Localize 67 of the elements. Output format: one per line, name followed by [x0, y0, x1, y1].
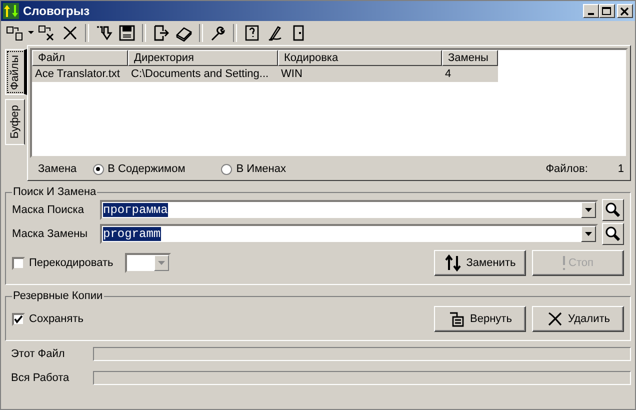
exclamation-icon	[562, 256, 565, 270]
mask-combo-field[interactable]: программа	[100, 200, 598, 220]
cross-icon	[61, 24, 79, 42]
minimize-icon	[588, 12, 594, 14]
column-header[interactable]: Замены	[442, 50, 498, 66]
encoding-dropdown[interactable]	[125, 253, 172, 273]
radio-button[interactable]	[221, 164, 232, 174]
mask-combo-field[interactable]: programm	[100, 224, 598, 244]
swap-cross-icon	[38, 24, 56, 42]
files-count-label: Файлов:	[546, 163, 588, 175]
help-document-icon	[243, 24, 261, 42]
field-label: Маска Замены	[12, 228, 89, 240]
save-backups-option[interactable]: Сохранять	[12, 312, 84, 326]
caret-icon	[585, 232, 592, 236]
arrows-icon	[3, 3, 19, 19]
progress-label: Этот Файл	[11, 348, 66, 360]
caret-icon	[158, 261, 166, 265]
progress-label: Вся Работа	[11, 372, 70, 384]
window-title: Словогрыз	[23, 4, 90, 18]
caret-icon	[585, 208, 592, 212]
side-tab[interactable]: Буфер	[5, 99, 25, 145]
export-icon	[152, 24, 170, 42]
pen-icon	[266, 24, 284, 42]
field-label: Маска Поиска	[12, 204, 85, 216]
restore-button[interactable]: Вернуть	[434, 306, 526, 332]
close-button[interactable]	[617, 4, 633, 18]
arrow-down-icon	[95, 24, 113, 42]
checkbox-label: Перекодировать	[29, 257, 114, 269]
maximize-button[interactable]	[599, 4, 615, 18]
swap-icon	[6, 24, 24, 42]
recode-option[interactable]: Перекодировать	[12, 256, 114, 270]
table-cell-text: C:\Documents and Setting...	[130, 68, 270, 80]
checkbox[interactable]	[12, 256, 25, 270]
radio-label: В Содержимом	[108, 163, 186, 175]
search-icon	[605, 202, 621, 218]
radio-option[interactable]: В Именах	[221, 163, 286, 175]
save-icon	[118, 24, 136, 42]
group-title: Резервные Копии	[12, 290, 104, 302]
column-header[interactable]: Файл	[32, 50, 128, 66]
up-down-arrows-icon	[444, 254, 462, 272]
checkbox-label: Сохранять	[29, 313, 84, 325]
radio-option[interactable]: В Содержимом	[92, 163, 186, 175]
column-header[interactable]: Директория	[128, 50, 278, 66]
cross-icon	[546, 310, 564, 328]
group-title: Поиск И Замена	[12, 186, 98, 198]
table-cell-text: 4	[444, 68, 452, 80]
search-button[interactable]	[602, 199, 624, 221]
search-button[interactable]	[602, 223, 624, 245]
files-count: 1	[618, 163, 624, 175]
search-icon	[605, 226, 621, 242]
column-header[interactable]: Кодировка	[278, 50, 442, 66]
replace-label: Замена	[38, 163, 77, 175]
minimize-button[interactable]	[583, 4, 599, 18]
checkbox[interactable]	[12, 312, 25, 326]
caret-icon	[28, 31, 34, 35]
close-icon	[620, 6, 630, 16]
document-arrow-icon	[448, 310, 466, 328]
table-cell-text: WIN	[280, 68, 304, 80]
table-cell-text: Ace Translator.txt	[34, 68, 121, 80]
maximize-icon	[602, 6, 612, 16]
replace-button[interactable]: Заменить	[434, 250, 526, 276]
wrench-icon	[209, 24, 227, 42]
file-row[interactable]: Ace Translator.txt C:\Documents and Setting... WIN 4	[32, 66, 498, 82]
radio-button[interactable]	[92, 164, 104, 174]
delete-button[interactable]: Удалить	[532, 306, 624, 332]
radio-label: В Именах	[236, 163, 286, 175]
side-tab[interactable]: Файлы	[5, 49, 27, 95]
